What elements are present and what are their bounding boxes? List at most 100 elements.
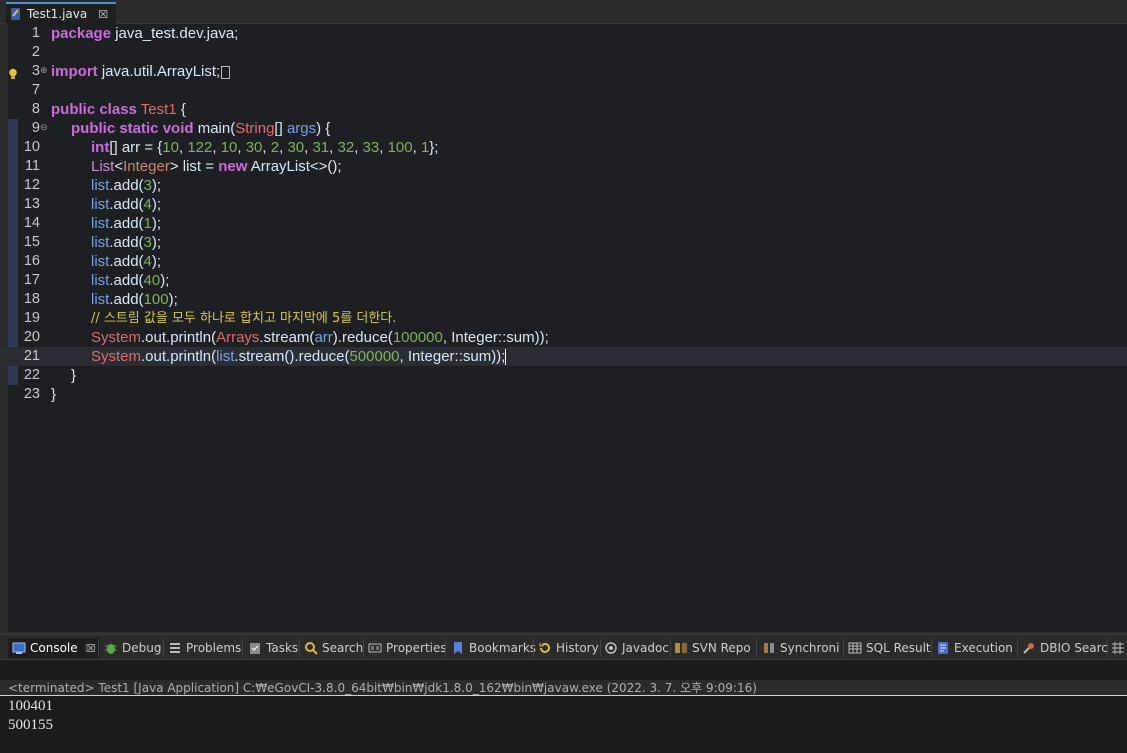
tab-execution[interactable]: Execution [936, 638, 1013, 658]
svn-icon [674, 641, 688, 655]
tab-label: History [556, 641, 599, 655]
editor-tab-test1[interactable]: Test1.java ☒ [6, 2, 117, 24]
line-number: 20 [23, 329, 40, 345]
line-number: 18 [23, 291, 40, 307]
line-number: 7 [31, 82, 40, 98]
code-text: int[] arr = {10, 122, 10, 30, 2, 30, 31,… [91, 139, 439, 156]
code-text: list.add(4); [91, 253, 162, 270]
code-text: list.add(4); [91, 196, 162, 213]
tab-label: Search [322, 641, 364, 655]
code-text: import java.util.ArrayList; [51, 62, 231, 81]
code-line: 18 list.add(100); [0, 290, 1127, 309]
tab-label: Synchroni [780, 641, 840, 655]
code-line: 22 } [0, 366, 1127, 385]
code-text: list.add(40); [91, 272, 170, 289]
code-line: 17 list.add(40); [0, 271, 1127, 290]
tab-bookmarks[interactable]: Bookmarks [451, 638, 536, 658]
line-number: 16 [23, 253, 40, 269]
line-number: 12 [23, 177, 40, 193]
line-number: 2 [31, 44, 40, 60]
code-text: } [71, 367, 77, 384]
more-views-button[interactable] [1111, 638, 1125, 658]
code-text: package java_test.dev.java; [51, 25, 239, 42]
fold-collapse-icon[interactable]: ⊖ [40, 119, 48, 138]
console-output-line: 100401 [8, 698, 53, 714]
code-line: 16 list.add(4); [0, 252, 1127, 271]
line-number: 22 [23, 367, 40, 383]
line-number: 15 [23, 234, 40, 250]
code-line: 3 ⊕ import java.util.ArrayList; [0, 62, 1127, 81]
code-line: 10 int[] arr = {10, 122, 10, 30, 2, 30, … [0, 138, 1127, 157]
console-output-line: 500155 [8, 717, 53, 733]
code-line: 23 } [0, 385, 1127, 404]
tab-label: Problems [186, 641, 242, 655]
tasks-icon [248, 641, 262, 655]
tab-label: Properties [386, 641, 447, 655]
tab-dbio-search[interactable]: DBIO Searc [1022, 638, 1108, 658]
code-text: System.out.println(list.stream().reduce(… [91, 348, 507, 366]
tab-properties[interactable]: Properties [368, 638, 447, 658]
code-line: 14 list.add(1); [0, 214, 1127, 233]
text-caret [505, 349, 507, 366]
line-number: 13 [23, 196, 40, 212]
code-text: list.add(3); [91, 234, 162, 251]
dbio-icon [1022, 641, 1036, 655]
properties-icon [368, 641, 382, 655]
search-icon [304, 641, 318, 655]
grid-icon [1111, 641, 1125, 655]
tab-javadoc[interactable]: Javadoc [604, 638, 669, 658]
code-line: 8 public class Test1 { [0, 100, 1127, 119]
code-text: public static void main(String[] args) { [71, 120, 331, 137]
line-number: 19 [23, 310, 40, 326]
code-line: 19 // 스트림 값을 모두 하나로 합치고 마지막에 5를 더한다. [0, 309, 1127, 328]
line-number: 14 [23, 215, 40, 231]
code-text: list.add(1); [91, 215, 162, 232]
code-text: List<Integer> list = new ArrayList<>(); [91, 158, 342, 175]
javadoc-icon [604, 641, 618, 655]
close-icon[interactable]: ☒ [98, 8, 108, 21]
code-line: 9 ⊖ public static void main(String[] arg… [0, 119, 1127, 138]
code-line: 12 list.add(3); [0, 176, 1127, 195]
line-number: 3 [31, 63, 40, 79]
code-text: list.add(3); [91, 177, 162, 194]
console-view[interactable]: <terminated> Test1 [Java Application] C:… [0, 660, 1127, 753]
tab-search[interactable]: Search [304, 638, 363, 658]
tab-label: Execution [954, 641, 1013, 655]
problems-icon [168, 641, 182, 655]
tab-history[interactable]: History [538, 638, 599, 658]
line-number: 10 [23, 139, 40, 155]
tab-problems[interactable]: Problems [168, 638, 241, 658]
tab-svn-repo[interactable]: SVN Repo [674, 638, 751, 658]
code-line: 2 [0, 43, 1127, 62]
code-line: 15 list.add(3); [0, 233, 1127, 252]
tab-label: SQL Result [866, 641, 931, 655]
tab-label: SVN Repo [692, 641, 751, 655]
line-number: 21 [23, 348, 40, 364]
bookmark-icon [451, 641, 465, 655]
code-editor[interactable]: 1 package java_test.dev.java; 2 3 ⊕ impo… [0, 24, 1127, 632]
fold-expand-icon[interactable]: ⊕ [40, 62, 48, 81]
tab-sql-result[interactable]: SQL Result [848, 638, 931, 658]
tab-label: Debug [122, 641, 162, 655]
table-icon [848, 641, 862, 655]
editor-tab-label: Test1.java [27, 7, 88, 21]
tab-console[interactable]: Console ☒ [8, 638, 100, 658]
line-number: 8 [31, 101, 40, 117]
history-icon [538, 641, 552, 655]
sync-icon [762, 641, 776, 655]
execution-icon [936, 641, 950, 655]
code-line: 7 [0, 81, 1127, 100]
code-comment: // 스트림 값을 모두 하나로 합치고 마지막에 5를 더한다. [91, 311, 397, 326]
collapsed-import-marker [221, 65, 231, 79]
editor-tabbar: Test1.java ☒ [0, 0, 1127, 24]
tab-label: DBIO Searc [1040, 641, 1108, 655]
tab-synchronize[interactable]: Synchroni [762, 638, 839, 658]
tab-debug[interactable]: Debug [104, 638, 161, 658]
panel-tabbar: Console ☒ Debug Problems Tasks Search Pr… [0, 634, 1127, 660]
code-line: 11 List<Integer> list = new ArrayList<>(… [0, 157, 1127, 176]
code-text: } [51, 386, 57, 403]
close-icon[interactable]: ☒ [86, 642, 96, 655]
tab-label: Console [30, 641, 78, 655]
line-number: 1 [31, 25, 40, 41]
tab-tasks[interactable]: Tasks [248, 638, 298, 658]
